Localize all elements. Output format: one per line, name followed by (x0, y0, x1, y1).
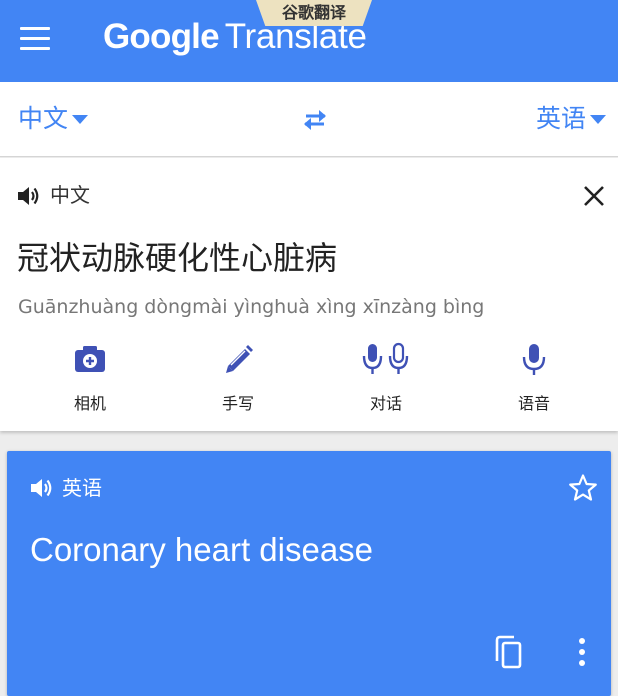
pen-icon (226, 345, 253, 373)
mic-icon (522, 344, 546, 375)
target-language-tag: 英语 (62, 476, 102, 500)
more-vert-icon[interactable] (575, 637, 589, 667)
app-title-brand: Google (103, 17, 220, 56)
conversation-tool-label: 对话 (369, 394, 402, 413)
speaker-icon[interactable] (29, 476, 55, 504)
caret-down-icon (72, 114, 89, 124)
source-language-tag: 中文 (50, 183, 90, 207)
camera-tool-button[interactable]: 相机 (40, 341, 140, 421)
translation-result-card[interactable]: 英语 Coronary heart disease (7, 451, 611, 696)
romanization-text: Guānzhuàng dòngmài yìnghuà xìng xīnzàng … (18, 296, 485, 318)
handwriting-tool-label: 手写 (221, 394, 254, 413)
input-card: 中文 冠状动脉硬化性心脏病 Guānzhuàng dòngmài yìnghuà… (0, 158, 618, 431)
language-bar: 中文 英语 (0, 82, 618, 157)
target-language-dropdown[interactable]: 英语 (536, 104, 606, 134)
swap-arrows-icon[interactable] (300, 107, 330, 133)
camera-icon (75, 346, 105, 372)
speaker-icon[interactable] (16, 184, 42, 212)
conversation-tool-button[interactable]: 对话 (336, 341, 436, 421)
handwriting-tool-button[interactable]: 手写 (188, 341, 288, 421)
app-bar: Google Translate 谷歌翻译 (0, 0, 618, 82)
camera-tool-label: 相机 (73, 394, 106, 413)
source-language-label: 中文 (18, 104, 69, 133)
conversation-mic-icon (362, 342, 409, 374)
source-language-dropdown[interactable]: 中文 (18, 104, 89, 134)
voice-tool-label: 语音 (517, 394, 550, 413)
translation-text: Coronary heart disease (30, 531, 374, 568)
hamburger-menu-icon[interactable] (20, 27, 50, 51)
source-text[interactable]: 冠状动脉硬化性心脏病 (17, 236, 337, 280)
voice-tool-button[interactable]: 语音 (484, 341, 584, 421)
ribbon-label: 谷歌翻译 (256, 0, 372, 26)
star-outline-icon[interactable] (568, 473, 598, 503)
close-icon[interactable] (582, 184, 606, 208)
caret-down-icon (590, 114, 606, 124)
copy-icon[interactable] (492, 634, 524, 670)
target-language-label: 英语 (535, 104, 586, 133)
